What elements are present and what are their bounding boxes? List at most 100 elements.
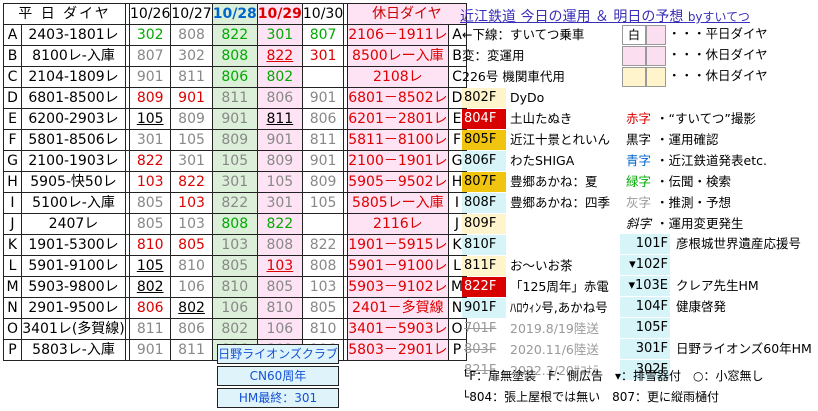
assignment-cell: 301 — [211, 171, 258, 193]
weekday-train: 5803レ-入庫 — [21, 339, 126, 361]
holiday-train: 2108レ — [347, 66, 449, 88]
table-row: A 2403-1801レ 302 808 822 301 807 2106－1911レ A — [3, 24, 467, 46]
assignment-cell: 805 — [256, 276, 303, 298]
car-name: お～いお茶 — [510, 258, 573, 273]
assignment-cell: 809 — [211, 129, 258, 151]
car-number: 901F — [462, 298, 506, 318]
row-label: C — [3, 66, 22, 88]
assignment-cell: 811 — [170, 339, 213, 361]
assignment-cell: 302 — [128, 24, 172, 46]
row-label: G — [3, 150, 22, 172]
weekday-train: 1901-5300レ — [21, 234, 126, 256]
assignment-cell: 901 — [301, 150, 345, 172]
row-label: J — [3, 213, 22, 235]
assignment-cell: 822 — [128, 150, 172, 172]
assignment-cell: 901 — [301, 87, 345, 109]
date-header-today: 10/28 — [211, 3, 258, 25]
assignment-cell: 103 — [170, 213, 213, 235]
holiday-train: 8500レー入庫 — [347, 45, 449, 67]
assignment-cell: 808 — [170, 24, 213, 46]
assignment-cell: 301 — [170, 150, 213, 172]
legend-desc: ・・・平日ダイヤ — [668, 26, 768, 41]
holiday-train: 5805レー入庫 — [347, 192, 449, 214]
assignment-cell: 806 — [211, 66, 258, 88]
assignment-cell: 106 — [170, 276, 213, 298]
assignment-cell: 106 — [256, 318, 303, 340]
assignment-cell: 103 — [211, 234, 258, 256]
note-hm-final: HM最終：301 — [217, 388, 339, 408]
weekday-header: 平 日 ダイヤ — [3, 3, 126, 25]
assignment-cell: 103 — [301, 276, 345, 298]
row-label: O — [3, 318, 22, 340]
legend-item: 226号 機関車代用 — [462, 69, 565, 84]
assignment-cell: 302 — [170, 45, 213, 67]
weekday-train: 2403-1801レ — [21, 24, 126, 46]
assignment-cell: 811 — [170, 66, 213, 88]
car-number-right: 101F — [620, 234, 670, 254]
color-legend-desc: ・運用確認 — [656, 132, 719, 147]
assignment-cell: 811 — [301, 129, 345, 151]
holiday-train: 6801－8502レ — [347, 87, 449, 109]
weekday-train: 3401レ(多賀線) — [21, 318, 126, 340]
legend-swatch — [622, 67, 646, 87]
assignment-cell: 103 — [256, 255, 303, 277]
table-row: J 2407レ 805 103 808 822 2116レ J — [3, 213, 467, 235]
car-number: 803F — [464, 342, 497, 357]
assignment-cell: 809 — [128, 87, 172, 109]
assignment-cell: 806 — [256, 87, 303, 109]
assignment-cell: 809 — [170, 108, 213, 130]
weekday-train: 2100-1903レ — [21, 150, 126, 172]
color-legend-key: 青字 — [626, 153, 652, 168]
legend-swatch: 白 — [622, 25, 646, 45]
assignment-cell: 805 — [170, 234, 213, 256]
holiday-train: 6201－2801レ — [347, 108, 449, 130]
weekday-train: 5905-快50レ — [21, 171, 126, 193]
color-legend-desc: ・推測・予想 — [656, 195, 732, 210]
assignment-cell: 807 — [301, 24, 345, 46]
row-label: M — [3, 276, 22, 298]
weekday-train: 6200-2903レ — [21, 108, 126, 130]
car-number-right: ▾102F — [620, 255, 670, 275]
car-number-right: 105F — [620, 318, 670, 338]
color-legend-key: 赤字 — [626, 111, 652, 126]
car-number: 701F — [464, 321, 497, 336]
assignment-cell — [301, 213, 345, 235]
legend-swatch-2 — [646, 67, 666, 87]
assignment-cell: 822 — [301, 234, 345, 256]
table-row: I 5100レ-入庫 805 103 822 301 105 5805レー入庫 I — [3, 192, 467, 214]
legend-desc: ・・・休日ダイヤ — [668, 68, 768, 83]
weekday-train: 8100レ-入庫 — [21, 45, 126, 67]
note-cn60: CN60周年 — [217, 366, 339, 386]
assignment-cell: 808 — [211, 213, 258, 235]
holiday-train: 5811－8100レ — [347, 129, 449, 151]
legend-item: ←下線：すいてつ乗車 — [462, 27, 585, 42]
weekday-train: 2407レ — [21, 213, 126, 235]
assignment-cell: 105 — [128, 255, 172, 277]
weekday-train: 5100レ-入庫 — [21, 192, 126, 214]
legend-swatch-2 — [646, 46, 666, 66]
car-number: 810F — [462, 235, 506, 255]
car-name-right: 彦根城世界遺産応援号 — [676, 236, 802, 251]
row-label: P — [3, 339, 22, 361]
assignment-cell: 810 — [170, 255, 213, 277]
assignment-cell: 301 — [256, 192, 303, 214]
table-row: L 5901-9100レ 105 810 805 103 808 5901－9100レ L — [3, 255, 467, 277]
holiday-train: 2401－多賀線 — [347, 297, 449, 319]
assignment-cell: 811 — [128, 318, 172, 340]
car-number: 804F — [462, 109, 506, 129]
car-name-right: クレア先生HM — [676, 278, 759, 293]
color-legend-key: 灰字 — [626, 195, 652, 210]
car-number-right: 301F — [620, 339, 670, 359]
table-row: M 5903-9800レ 802 106 810 805 103 5903－9102レ M — [3, 276, 467, 298]
car-number: 806F — [462, 151, 506, 171]
row-label: A — [3, 24, 22, 46]
table-row: F 5801-8506レ 301 105 809 901 811 5811－8100レ F — [3, 129, 467, 151]
assignment-cell: 810 — [301, 318, 345, 340]
assignment-cell: 808 — [301, 255, 345, 277]
car-name: 豊郷あかね：四季 — [510, 195, 611, 210]
legend-item: 変：変運用 — [462, 48, 525, 63]
car-name: 豊郷あかね：夏 — [510, 174, 598, 189]
assignment-cell: 810 — [128, 234, 172, 256]
car-number: 808F — [462, 193, 506, 213]
color-legend-key: 緑字 — [626, 174, 652, 189]
